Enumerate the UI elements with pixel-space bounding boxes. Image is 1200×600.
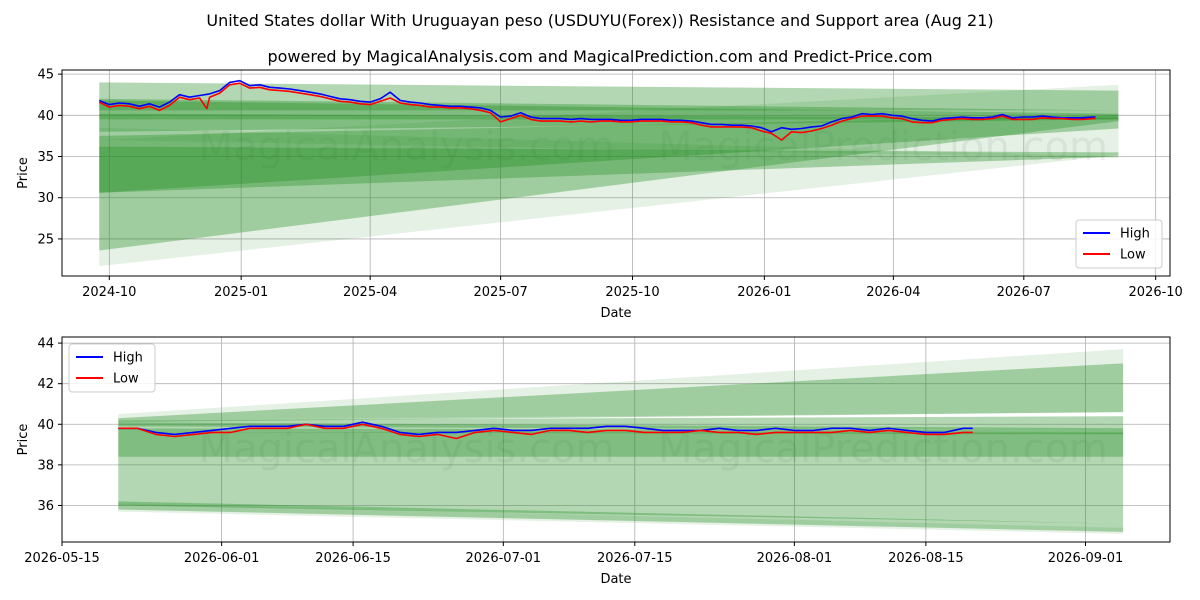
y-axis-label: Price [16,424,31,456]
x-tick-label: 2026-07 [997,285,1051,300]
y-tick-label: 45 [37,68,54,83]
chart-subtitle: powered by MagicalAnalysis.com and Magic… [267,47,932,66]
legend: High Low [68,343,156,393]
y-tick-label: 40 [37,418,54,433]
legend: High Low [1075,219,1163,269]
y-axis-label: Price [16,157,31,189]
figure: United States dollar With Uruguayan peso… [0,0,1200,600]
y-tick-label: 35 [37,150,54,165]
x-tick-label: 2026-01 [737,285,791,300]
x-tick-label: 2025-07 [473,285,527,300]
y-tick-label: 25 [37,232,54,247]
y-tick-label: 30 [37,191,54,206]
x-tick-label: 2026-08-15 [888,551,964,566]
x-tick-label: 2026-08-01 [757,551,833,566]
y-tick-label: 44 [37,337,54,352]
legend-label-high: High [1120,227,1150,242]
y-tick-label: 40 [37,109,54,124]
legend-label-high: High [113,351,143,366]
x-tick-label: 2026-10 [1129,285,1183,300]
x-tick-label: 2026-06-01 [184,551,260,566]
x-tick-label: 2025-04 [343,285,397,300]
x-tick-label: 2026-07-15 [597,551,673,566]
y-tick-label: 42 [37,377,54,392]
legend-label-low: Low [113,372,139,387]
x-tick-label: 2026-04 [866,285,920,300]
x-tick-label: 2025-01 [214,285,268,300]
y-tick-label: 36 [37,499,54,514]
x-tick-label: 2024-10 [82,285,136,300]
x-tick-label: 2026-07-01 [466,551,542,566]
legend-label-low: Low [1120,248,1146,263]
x-tick-label: 2026-05-15 [24,551,100,566]
x-tick-label: 2026-06-15 [315,551,391,566]
x-axis-label: Date [600,572,631,587]
y-tick-label: 38 [37,458,54,473]
chart-title: United States dollar With Uruguayan peso… [206,11,993,30]
x-tick-label: 2026-09-01 [1048,551,1124,566]
x-tick-label: 2025-10 [605,285,659,300]
x-axis-label: Date [600,306,631,321]
